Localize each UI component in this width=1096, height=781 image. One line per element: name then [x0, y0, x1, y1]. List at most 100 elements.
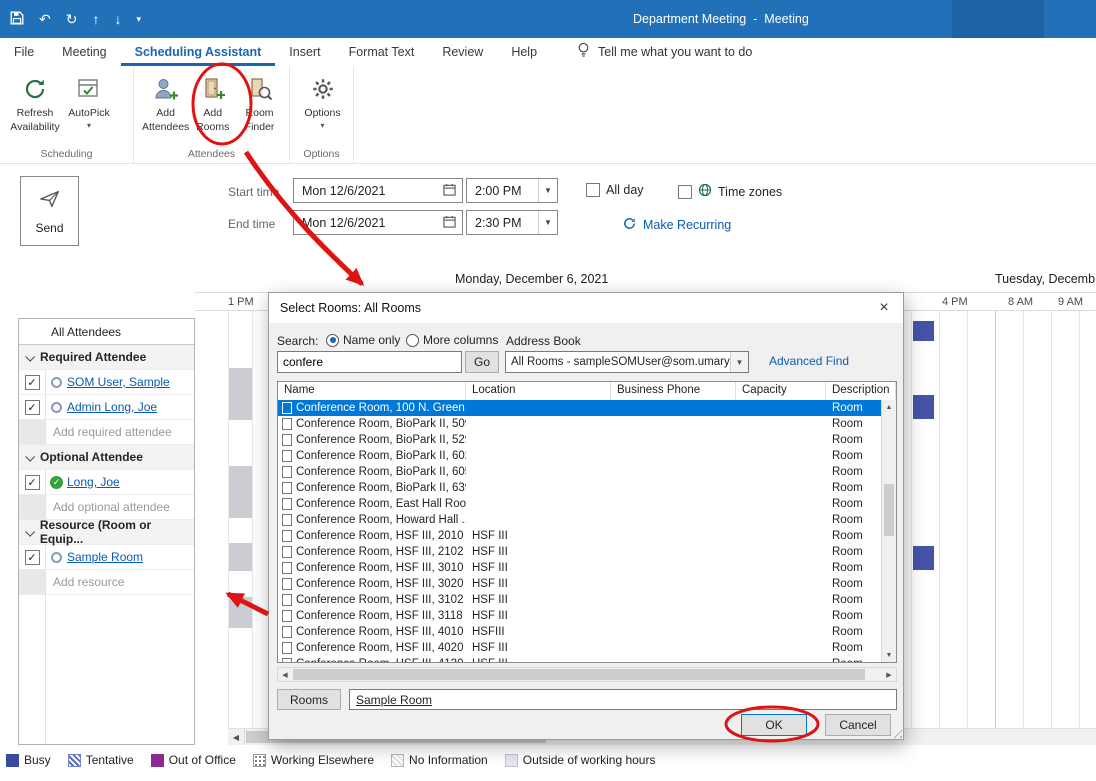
tab-file[interactable]: File [0, 38, 48, 66]
tab-format-text[interactable]: Format Text [335, 38, 429, 66]
scroll-down-icon[interactable]: ▼ [882, 648, 896, 662]
column-header-business-phone[interactable]: Business Phone [611, 382, 736, 400]
legend-label: Out of Office [169, 753, 236, 767]
room-row[interactable]: Conference Room, HSF III, 4120 HSF III R… [278, 656, 881, 662]
room-row[interactable]: Conference Room, East Hall Roo... Room [278, 496, 881, 512]
legend-swatch [391, 754, 404, 767]
scrollbar-thumb[interactable] [884, 484, 894, 536]
room-row[interactable]: Conference Room, HSF III, 2102 HSF III R… [278, 544, 881, 560]
room-row[interactable]: Conference Room, Howard Hall ... Room [278, 512, 881, 528]
room-row[interactable]: Conference Room, HSF III, 3010 HSF III R… [278, 560, 881, 576]
autopick-button[interactable]: AutoPick ▾ [62, 71, 116, 131]
advanced-find-link[interactable]: Advanced Find [769, 354, 849, 368]
room-row[interactable]: Conference Room, 100 N. Green... Room [278, 400, 881, 416]
radio-selected-icon[interactable] [326, 334, 339, 347]
refresh-availability-button[interactable]: Refresh Availability [8, 71, 62, 134]
time-zones-checkbox[interactable] [678, 185, 692, 199]
tab-insert[interactable]: Insert [275, 38, 334, 66]
calendar-icon[interactable] [443, 215, 456, 231]
resize-grip[interactable] [890, 726, 902, 738]
rooms-table-body: Conference Room, 100 N. Green... Room Co… [278, 400, 881, 662]
start-time-dropdown[interactable]: 2:00 PM ▼ [466, 178, 558, 203]
more-columns-radio[interactable]: More columns [406, 333, 498, 347]
options-button[interactable]: Options ▾ [298, 71, 347, 131]
start-date-field[interactable]: Mon 12/6/2021 [293, 178, 463, 203]
ok-button[interactable]: OK [741, 714, 807, 736]
scroll-left-icon[interactable]: ◀ [228, 729, 245, 745]
close-icon[interactable]: × [869, 293, 899, 323]
rooms-table-scrollbar[interactable]: ▲ ▼ [881, 400, 896, 662]
column-header-capacity[interactable]: Capacity [736, 382, 826, 400]
tab-help[interactable]: Help [497, 38, 551, 66]
room-row[interactable]: Conference Room, HSF III, 3118 HSF III R… [278, 608, 881, 624]
add-resource-field[interactable]: Add resource [19, 570, 194, 595]
select-rooms-dialog: Select Rooms: All Rooms × Search: Name o… [268, 292, 904, 740]
search-label: Search: [277, 334, 318, 348]
column-header-description[interactable]: Description [826, 382, 896, 400]
room-row[interactable]: Conference Room, BioPark II, 602 Room [278, 448, 881, 464]
redo-icon[interactable]: ↻ [66, 12, 78, 26]
send-button[interactable]: Send [20, 176, 79, 246]
room-row[interactable]: Conference Room, HSF III, 4010 HSFIII Ro… [278, 624, 881, 640]
room-row[interactable]: Conference Room, HSF III, 3102 HSF III R… [278, 592, 881, 608]
save-icon[interactable] [10, 11, 24, 27]
end-time-dropdown[interactable]: 2:30 PM ▼ [466, 210, 558, 235]
column-header-location[interactable]: Location [466, 382, 611, 400]
tab-review[interactable]: Review [428, 38, 497, 66]
search-input[interactable] [277, 351, 462, 373]
room-row[interactable]: Conference Room, BioPark II, 529 Room [278, 432, 881, 448]
move-down-icon[interactable]: ↓ [114, 12, 121, 26]
make-recurring-link[interactable]: Make Recurring [622, 216, 731, 234]
add-required-attendee-field[interactable]: Add required attendee [19, 420, 194, 445]
calendar-icon[interactable] [443, 183, 456, 199]
undo-icon[interactable]: ↶ [39, 12, 51, 26]
dialog-horizontal-scrollbar[interactable]: ◀ ▶ [277, 667, 897, 682]
attendee-checkbox[interactable] [25, 475, 40, 490]
attendee-link[interactable]: Long, Joe [67, 475, 120, 489]
tell-me-search[interactable]: Tell me what you want to do [577, 38, 752, 66]
room-row[interactable]: Conference Room, HSF III, 3020 HSF III R… [278, 576, 881, 592]
resource-link[interactable]: Sample Room [67, 550, 143, 564]
move-up-icon[interactable]: ↑ [92, 12, 99, 26]
radio-icon[interactable] [406, 334, 419, 347]
room-row[interactable]: Conference Room, HSF III, 2010 HSF III R… [278, 528, 881, 544]
name-only-radio[interactable]: Name only [326, 333, 400, 347]
room-row[interactable]: Conference Room, BioPark II, 639 Room [278, 480, 881, 496]
add-attendees-button[interactable]: Add Attendees [142, 71, 189, 134]
tab-scheduling-assistant[interactable]: Scheduling Assistant [121, 38, 276, 66]
chevron-down-icon[interactable]: ▼ [538, 179, 557, 202]
customize-toolbar-icon[interactable]: ▾ [136, 15, 141, 24]
add-optional-attendee-field[interactable]: Add optional attendee [19, 495, 194, 520]
grid-line [967, 311, 968, 729]
attendee-checkbox[interactable] [25, 550, 40, 565]
chevron-down-icon[interactable]: ▼ [730, 352, 748, 372]
required-attendee-section[interactable]: Required Attendee [19, 345, 194, 370]
resource-section[interactable]: Resource (Room or Equip... [19, 520, 194, 545]
legend-item: Out of Office [151, 753, 236, 767]
tab-meeting[interactable]: Meeting [48, 38, 120, 66]
room-row[interactable]: Conference Room, HSF III, 4020 HSF III R… [278, 640, 881, 656]
column-header-name[interactable]: Name [278, 382, 466, 400]
chevron-down-icon[interactable]: ▼ [538, 211, 557, 234]
room-finder-button[interactable]: Room Finder [236, 71, 283, 134]
scroll-right-icon[interactable]: ▶ [882, 668, 896, 681]
attendee-checkbox[interactable] [25, 375, 40, 390]
end-date-field[interactable]: Mon 12/6/2021 [293, 210, 463, 235]
scroll-up-icon[interactable]: ▲ [882, 400, 896, 414]
cancel-button[interactable]: Cancel [825, 714, 891, 736]
rooms-selection-field[interactable]: Sample Room [349, 689, 897, 710]
attendee-link[interactable]: SOM User, Sample [67, 375, 170, 389]
scrollbar-thumb[interactable] [293, 669, 865, 680]
attendee-link[interactable]: Admin Long, Joe [67, 400, 157, 414]
all-day-checkbox[interactable] [586, 183, 600, 197]
optional-attendee-section[interactable]: Optional Attendee [19, 445, 194, 470]
room-row[interactable]: Conference Room, BioPark II, 605 Room [278, 464, 881, 480]
chevron-down-icon: ▾ [87, 121, 91, 131]
room-row[interactable]: Conference Room, BioPark II, 509 Room [278, 416, 881, 432]
attendee-checkbox[interactable] [25, 400, 40, 415]
add-rooms-button[interactable]: Add Rooms [189, 71, 236, 134]
address-book-dropdown[interactable]: All Rooms - sampleSOMUser@som.umaryla ▼ [505, 351, 749, 373]
go-button[interactable]: Go [465, 351, 499, 373]
rooms-button[interactable]: Rooms [277, 689, 341, 710]
scroll-left-icon[interactable]: ◀ [278, 668, 292, 681]
